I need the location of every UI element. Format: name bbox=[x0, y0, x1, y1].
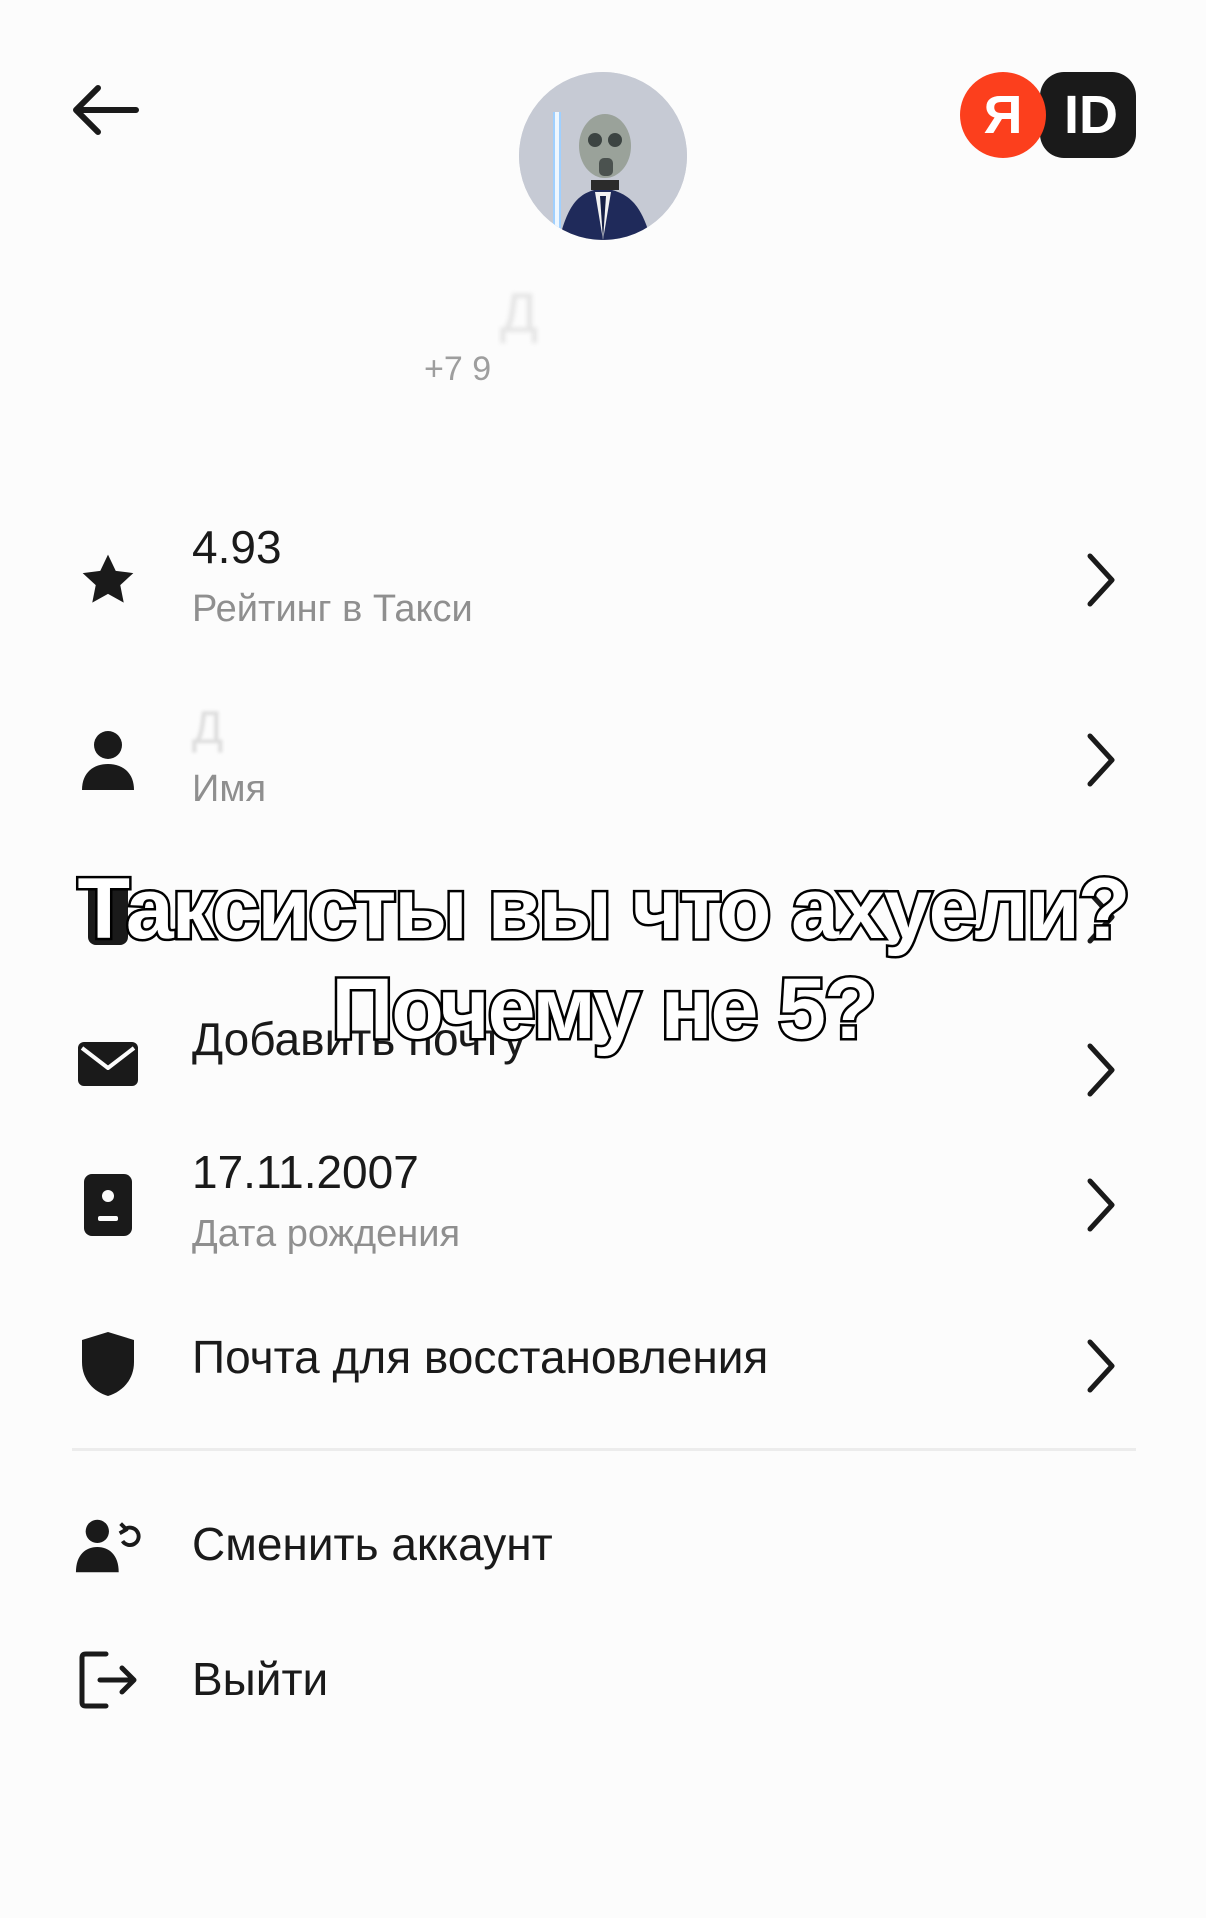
chevron-right-icon bbox=[1087, 733, 1115, 787]
switch-account-icon bbox=[74, 1511, 142, 1579]
caption-line-2: Почему не 5? bbox=[329, 959, 879, 1060]
name-label: Имя bbox=[192, 768, 267, 810]
logout-label: Выйти bbox=[192, 1653, 329, 1705]
chevron-right-icon bbox=[1087, 553, 1115, 607]
logout-button[interactable]: Выйти bbox=[0, 1640, 1206, 1720]
yandex-logo-icon: Я bbox=[960, 72, 1046, 158]
profile-phone: +7 9 bbox=[424, 350, 492, 388]
recovery-email-label: Почта для восстановления bbox=[192, 1331, 769, 1383]
switch-account-button[interactable]: Сменить аккаунт bbox=[0, 1505, 1206, 1585]
id-logo-icon: ID bbox=[1040, 72, 1136, 158]
row-name[interactable]: Д Имя bbox=[0, 690, 1206, 830]
caption-line-1: Таксисты вы что ахуели? bbox=[75, 859, 1133, 960]
birthday-label: Дата рождения bbox=[192, 1213, 461, 1255]
switch-account-label: Сменить аккаунт bbox=[192, 1518, 553, 1570]
birthday-value: 17.11.2007 bbox=[192, 1146, 419, 1198]
row-birthday[interactable]: 17.11.2007 Дата рождения bbox=[0, 1135, 1206, 1275]
rating-value: 4.93 bbox=[192, 521, 282, 573]
row-recovery-email[interactable]: Почта для восстановления bbox=[0, 1320, 1206, 1410]
yandex-id-logo[interactable]: Я ID bbox=[960, 72, 1136, 158]
divider bbox=[72, 1448, 1136, 1451]
profile-name: Д bbox=[500, 281, 538, 344]
person-icon bbox=[74, 726, 142, 794]
shield-icon bbox=[74, 1330, 142, 1398]
chevron-right-icon bbox=[1087, 1339, 1115, 1393]
avatar[interactable] bbox=[519, 72, 687, 240]
chevron-right-icon bbox=[1087, 1178, 1115, 1232]
rating-label: Рейтинг в Такси bbox=[192, 588, 473, 630]
back-arrow-icon[interactable] bbox=[70, 82, 142, 138]
row-rating[interactable]: 4.93 Рейтинг в Такси bbox=[0, 510, 1206, 650]
name-value: Д bbox=[192, 701, 224, 753]
id-card-icon bbox=[74, 1171, 142, 1239]
star-icon bbox=[74, 546, 142, 614]
logout-icon bbox=[74, 1646, 142, 1714]
